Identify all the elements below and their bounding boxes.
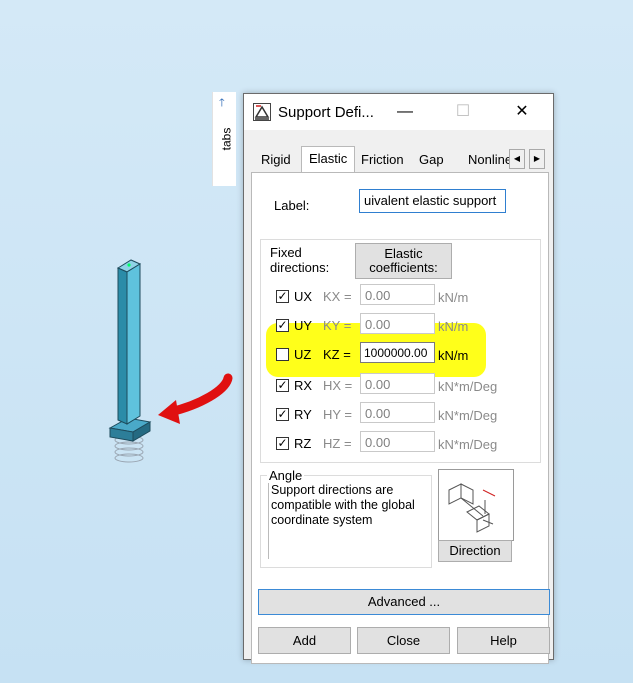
minimize-button[interactable]: —	[385, 98, 425, 126]
tabs-label[interactable]: tabs	[219, 128, 233, 151]
elastic-coefficients-label: Elastic coefficients:	[369, 246, 438, 275]
tabs-side-panel[interactable]: 🡑 tabs	[212, 92, 236, 186]
elastic-coefficients-button[interactable]: Elastic coefficients:	[355, 243, 452, 279]
direction-button[interactable]: Direction	[438, 540, 512, 562]
axes-diagram-icon	[448, 483, 496, 533]
hy-unit: kN*m/Deg	[438, 408, 498, 423]
ky-label: KY =	[323, 318, 352, 333]
direction-preview	[438, 469, 514, 541]
help-button[interactable]: Help	[457, 627, 550, 654]
ux-label: UX	[294, 289, 313, 304]
fixed-directions-caption: Fixed directions:	[270, 245, 330, 275]
label-input[interactable]: uivalent elastic support	[359, 189, 506, 213]
kx-unit: kN/m	[438, 290, 469, 305]
support-app-icon	[253, 103, 271, 121]
close-window-button[interactable]: ✕	[502, 98, 542, 126]
hy-value: 0.00	[365, 406, 391, 421]
hz-value: 0.00	[365, 435, 391, 450]
tab-friction[interactable]: Friction	[354, 149, 411, 171]
ky-value: 0.00	[365, 317, 391, 332]
title-bar: Support Defi... — ☐ ✕	[244, 94, 553, 130]
hy-input[interactable]: 0.00	[360, 402, 435, 423]
dialog-title: Support Defi...	[278, 104, 374, 121]
hx-unit: kN*m/Deg	[438, 379, 498, 394]
angle-caption: Angle	[267, 468, 305, 483]
ky-unit: kN/m	[438, 319, 469, 334]
label-input-value: uivalent elastic support	[364, 193, 497, 208]
kz-label: KZ =	[323, 347, 351, 362]
kx-input[interactable]: 0.00	[360, 284, 435, 305]
support-definition-dialog: Support Defi... — ☐ ✕ Rigid Elastic Fric…	[243, 93, 554, 664]
hy-label: HY =	[323, 407, 353, 422]
ry-checkbox[interactable]: ✓	[276, 408, 289, 421]
add-button[interactable]: Add	[258, 627, 351, 654]
kz-value: 1000000.00	[364, 346, 428, 360]
kz-input[interactable]: 1000000.00	[360, 342, 435, 363]
close-button[interactable]: Close	[357, 627, 450, 654]
hx-label: HX =	[323, 378, 353, 393]
tab-scroll-right-icon[interactable]: ▶	[529, 149, 545, 169]
kz-unit: kN/m	[438, 348, 469, 363]
hx-input[interactable]: 0.00	[360, 373, 435, 394]
rz-checkbox[interactable]: ✓	[276, 437, 289, 450]
uy-label: UY	[294, 318, 313, 333]
rx-label: RX	[294, 378, 313, 393]
rz-label: RZ	[294, 436, 312, 451]
maximize-button[interactable]: ☐	[443, 98, 483, 126]
tab-scroll-left-icon[interactable]: ◀	[509, 149, 525, 169]
ux-checkbox[interactable]: ✓	[276, 290, 289, 303]
label-caption: Label:	[274, 198, 310, 213]
hx-value: 0.00	[365, 377, 391, 392]
kx-label: KX =	[323, 289, 352, 304]
hz-label: HZ =	[323, 436, 352, 451]
angle-description: Support directions are compatible with t…	[268, 483, 427, 559]
ky-input[interactable]: 0.00	[360, 313, 435, 334]
tab-gap[interactable]: Gap	[412, 149, 451, 171]
advanced-button[interactable]: Advanced ...	[258, 589, 550, 615]
rx-checkbox[interactable]: ✓	[276, 379, 289, 392]
hz-unit: kN*m/Deg	[438, 437, 498, 452]
kx-value: 0.00	[365, 288, 391, 303]
tab-rigid[interactable]: Rigid	[254, 149, 298, 171]
ry-label: RY	[294, 407, 312, 422]
pin-arrow-icon[interactable]: 🡑	[219, 94, 225, 113]
hz-input[interactable]: 0.00	[360, 431, 435, 452]
tab-elastic[interactable]: Elastic	[301, 146, 356, 173]
uz-label: UZ	[294, 347, 312, 362]
uz-checkbox[interactable]	[276, 348, 289, 361]
uy-checkbox[interactable]: ✓	[276, 319, 289, 332]
